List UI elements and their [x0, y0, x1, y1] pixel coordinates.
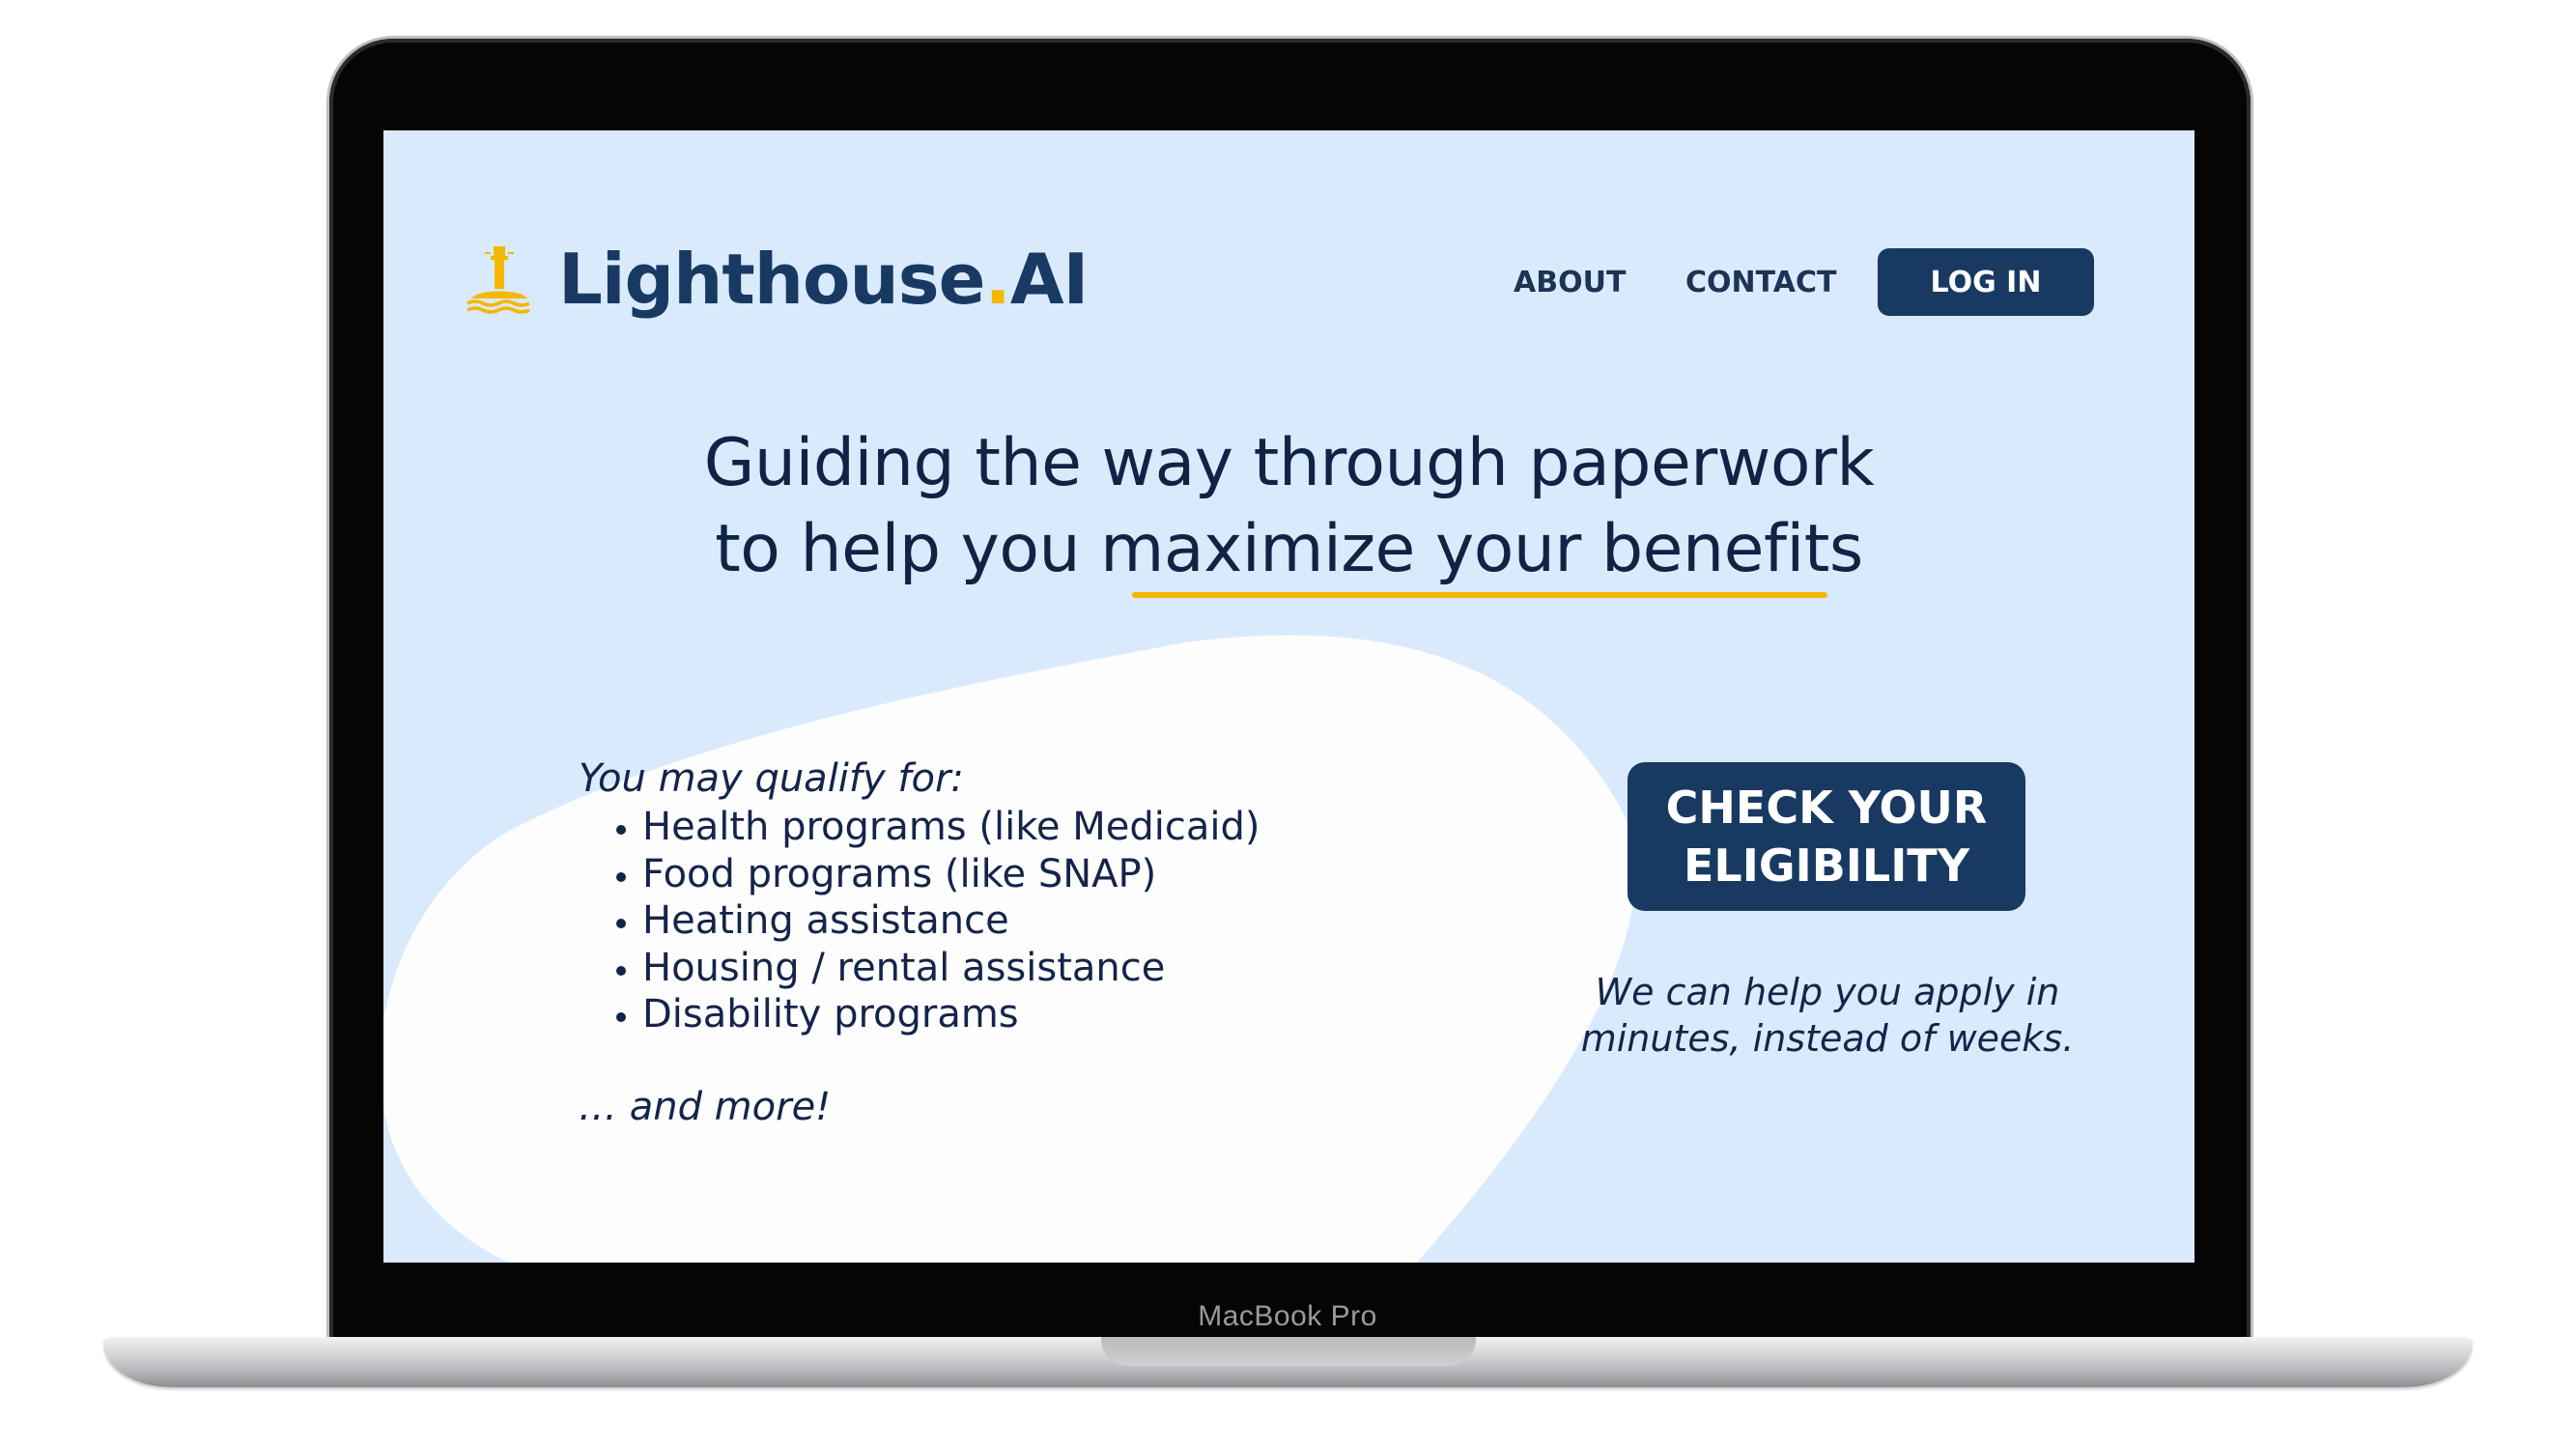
hero-headline-line2: to help you maximize your benefits: [715, 511, 1863, 587]
program-item: Heating assistance: [642, 897, 1260, 945]
hero-headline: Guiding the way through paperwork to hel…: [383, 420, 2194, 592]
login-button[interactable]: LOG IN: [1878, 248, 2094, 316]
check-eligibility-button[interactable]: CHECK YOUR ELIGIBILITY: [1628, 762, 2025, 911]
cta-button-line1: CHECK YOUR: [1665, 781, 1988, 834]
hero-headline-line1: Guiding the way through paperwork: [703, 425, 1875, 501]
cta-button-line2: ELIGIBILITY: [1683, 839, 1969, 892]
cta-subtext-line2: minutes, instead of weeks.: [1580, 1017, 2075, 1060]
nav-about-link[interactable]: ABOUT: [1514, 266, 1626, 299]
program-list: Health programs (like Medicaid) Food pro…: [579, 804, 1260, 1038]
qualify-intro: You may qualify for:: [579, 756, 964, 801]
headline-underline: [1132, 592, 1827, 598]
program-item: Food programs (like SNAP): [642, 851, 1260, 898]
laptop-base-notch: [1101, 1337, 1476, 1366]
qualify-section: You may qualify for: Health programs (li…: [579, 755, 1260, 1129]
website-screen: Lighthouse.AI ABOUT CONTACT LOG IN Guidi…: [383, 130, 2194, 1263]
program-item: Health programs (like Medicaid): [642, 804, 1260, 851]
cta-subtext-line1: We can help you apply in: [1595, 971, 2060, 1013]
laptop-mockup: Lighthouse.AI ABOUT CONTACT LOG IN Guidi…: [0, 0, 2576, 1449]
cta-subtext: We can help you apply in minutes, instea…: [1543, 969, 2112, 1062]
nav-contact-link[interactable]: CONTACT: [1685, 266, 1836, 299]
qualify-more: … and more!: [579, 1084, 832, 1129]
program-item: Housing / rental assistance: [642, 945, 1260, 992]
program-item: Disability programs: [642, 991, 1260, 1038]
device-label: MacBook Pro: [1198, 1300, 1377, 1332]
top-nav: ABOUT CONTACT LOG IN: [383, 248, 2194, 316]
